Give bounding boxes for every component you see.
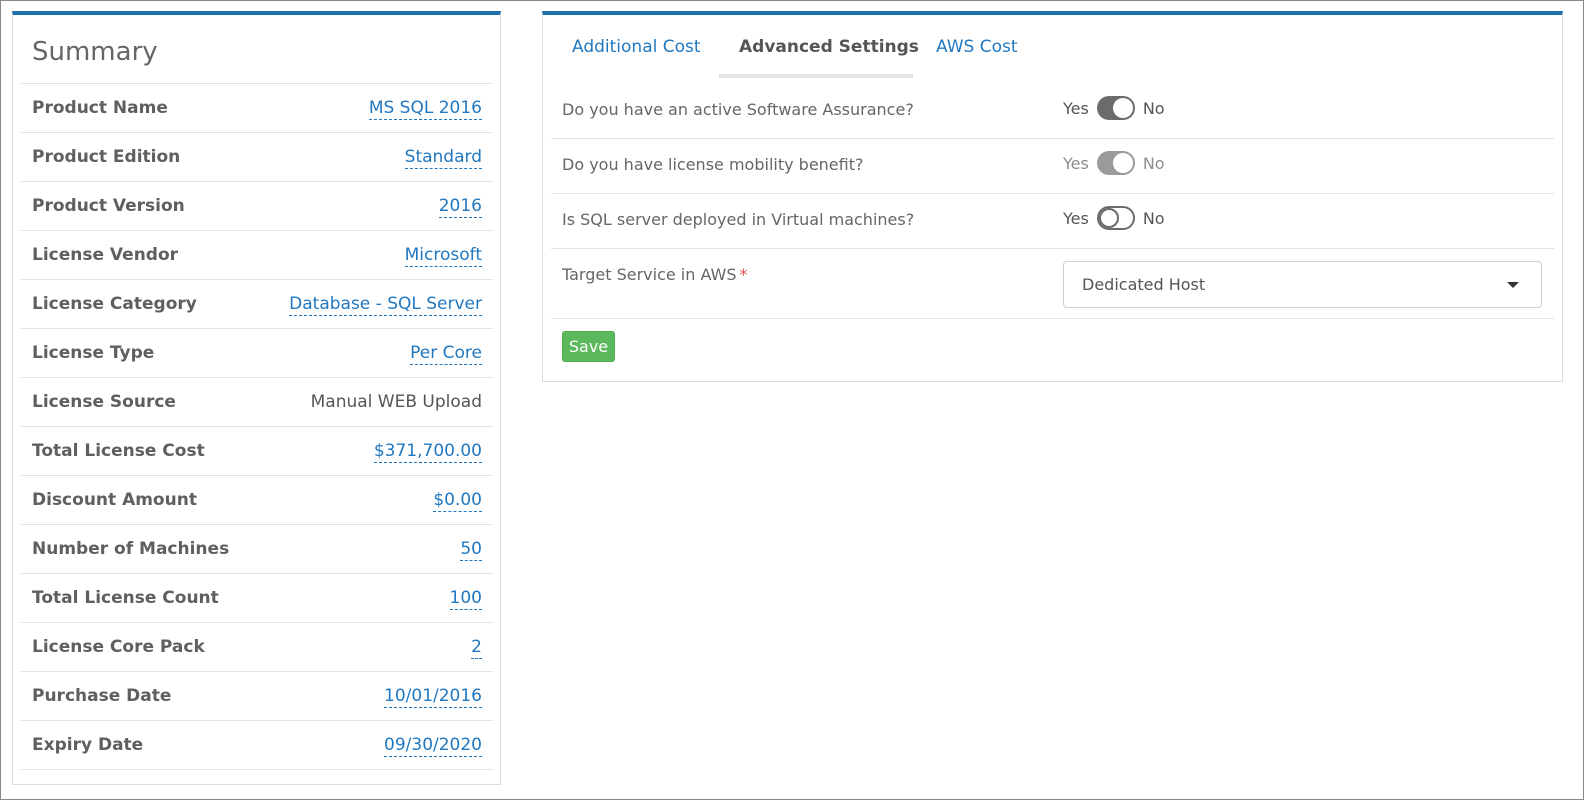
- summary-row-total-license-cost: Total License Cost $371,700.00: [21, 427, 493, 476]
- required-marker: *: [739, 265, 748, 284]
- summary-label: Expiry Date: [32, 735, 144, 755]
- summary-row-purchase-date: Purchase Date 10/01/2016: [21, 672, 493, 721]
- summary-label: License Vendor: [32, 245, 179, 265]
- active-tab-indicator: [719, 74, 913, 78]
- software-assurance-toggle[interactable]: [1096, 96, 1135, 120]
- setting-row-virtual-machines: Is SQL server deployed in Virtual machin…: [551, 194, 1554, 249]
- toggle-no-label: No: [1142, 208, 1165, 228]
- summary-value-number-of-machines[interactable]: 50: [460, 539, 482, 561]
- license-mobility-question: Do you have license mobility benefit?: [562, 155, 864, 174]
- toggle-yes-label: Yes: [1063, 153, 1089, 173]
- virtual-machines-toggle-group: Yes No: [1063, 206, 1165, 230]
- target-service-select[interactable]: Dedicated Host: [1063, 261, 1542, 308]
- toggle-knob: [1112, 153, 1133, 173]
- tab-aws-cost[interactable]: AWS Cost: [936, 37, 1018, 57]
- summary-row-expiry-date: Expiry Date 09/30/2020: [21, 721, 493, 770]
- summary-value-license-source: Manual WEB Upload: [310, 392, 482, 412]
- summary-list: Product Name MS SQL 2016 Product Edition…: [21, 83, 493, 770]
- software-assurance-toggle-group: Yes No: [1063, 96, 1165, 120]
- virtual-machines-toggle[interactable]: [1096, 206, 1135, 230]
- summary-row-total-license-count: Total License Count 100: [21, 574, 493, 623]
- summary-row-product-edition: Product Edition Standard: [21, 133, 493, 182]
- target-service-selected-value: Dedicated Host: [1082, 275, 1206, 294]
- toggle-yes-label: Yes: [1063, 208, 1089, 228]
- summary-value-product-edition[interactable]: Standard: [404, 147, 482, 169]
- advanced-settings-panel: Additional Cost Advanced Settings AWS Co…: [542, 11, 1563, 382]
- summary-title: Summary: [32, 37, 158, 67]
- summary-row-license-type: License Type Per Core: [21, 329, 493, 378]
- summary-label: Discount Amount: [32, 490, 197, 510]
- summary-panel: Summary Product Name MS SQL 2016 Product…: [12, 11, 501, 785]
- summary-value-total-license-cost[interactable]: $371,700.00: [373, 441, 482, 463]
- virtual-machines-question: Is SQL server deployed in Virtual machin…: [562, 210, 915, 229]
- summary-value-license-category[interactable]: Database - SQL Server: [289, 294, 482, 316]
- summary-value-product-name[interactable]: MS SQL 2016: [368, 98, 482, 120]
- toggle-knob: [1098, 208, 1119, 228]
- summary-value-total-license-count[interactable]: 100: [449, 588, 482, 610]
- summary-label: Product Edition: [32, 147, 181, 167]
- setting-row-software-assurance: Do you have an active Software Assurance…: [551, 85, 1554, 139]
- summary-label: Product Name: [32, 98, 168, 118]
- license-mobility-toggle[interactable]: [1096, 151, 1135, 175]
- summary-row-product-name: Product Name MS SQL 2016: [21, 84, 493, 133]
- target-service-label: Target Service in AWS *: [562, 265, 748, 284]
- summary-label: License Category: [32, 294, 197, 314]
- summary-value-license-vendor[interactable]: Microsoft: [404, 245, 482, 267]
- summary-label: Total License Count: [32, 588, 219, 608]
- summary-row-license-category: License Category Database - SQL Server: [21, 280, 493, 329]
- summary-value-purchase-date[interactable]: 10/01/2016: [384, 686, 482, 708]
- summary-row-license-core-pack: License Core Pack 2: [21, 623, 493, 672]
- summary-value-product-version[interactable]: 2016: [438, 196, 482, 218]
- summary-label: License Type: [32, 343, 155, 363]
- summary-label: Product Version: [32, 196, 185, 216]
- summary-value-license-core-pack[interactable]: 2: [471, 637, 482, 659]
- summary-value-discount-amount[interactable]: $0.00: [433, 490, 482, 512]
- target-service-label-text: Target Service in AWS: [562, 265, 737, 284]
- tab-additional-cost[interactable]: Additional Cost: [572, 37, 701, 57]
- toggle-no-label: No: [1142, 98, 1165, 118]
- summary-label: Number of Machines: [32, 539, 230, 559]
- license-mobility-toggle-group: Yes No: [1063, 151, 1165, 175]
- chevron-down-icon: [1507, 282, 1519, 288]
- toggle-yes-label: Yes: [1063, 98, 1089, 118]
- summary-row-license-source: License Source Manual WEB Upload: [21, 378, 493, 427]
- summary-label: Total License Cost: [32, 441, 205, 461]
- summary-row-discount-amount: Discount Amount $0.00: [21, 476, 493, 525]
- summary-row-license-vendor: License Vendor Microsoft: [21, 231, 493, 280]
- summary-value-expiry-date[interactable]: 09/30/2020: [384, 735, 482, 757]
- setting-row-target-service: Target Service in AWS * Dedicated Host: [551, 249, 1554, 319]
- setting-row-license-mobility: Do you have license mobility benefit? Ye…: [551, 139, 1554, 194]
- tab-advanced-settings[interactable]: Advanced Settings: [739, 37, 919, 57]
- summary-row-number-of-machines: Number of Machines 50: [21, 525, 493, 574]
- summary-label: License Core Pack: [32, 637, 205, 657]
- summary-label: Purchase Date: [32, 686, 172, 706]
- summary-row-product-version: Product Version 2016: [21, 182, 493, 231]
- summary-value-license-type[interactable]: Per Core: [410, 343, 482, 365]
- summary-label: License Source: [32, 392, 176, 412]
- save-button[interactable]: Save: [562, 331, 615, 362]
- toggle-knob: [1112, 98, 1133, 118]
- software-assurance-question: Do you have an active Software Assurance…: [562, 100, 914, 119]
- toggle-no-label: No: [1142, 153, 1165, 173]
